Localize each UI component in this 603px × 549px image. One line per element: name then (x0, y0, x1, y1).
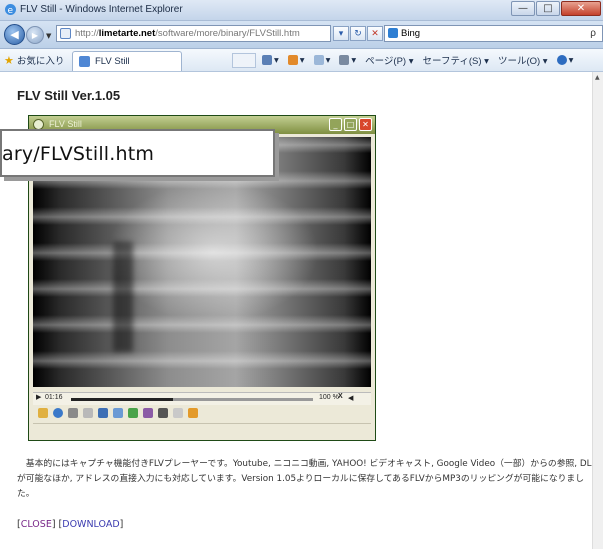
speaker-icon (188, 408, 198, 418)
app-title: FLV Still (49, 119, 82, 129)
vertical-scrollbar[interactable]: ▲ (592, 72, 603, 549)
favorites-bar: ★ お気に入り FLV Still ▾ ▾ ▾ ▾ ページ(P) ▾ セーフティ… (0, 49, 603, 72)
refresh-button[interactable]: ↻ (350, 26, 366, 41)
scroll-up-icon[interactable]: ▲ (595, 74, 600, 81)
image-icon (128, 408, 138, 418)
url-prefix: http:// (75, 28, 99, 39)
ie-logo-icon: e (5, 4, 16, 16)
home-icon (173, 408, 183, 418)
forward-button[interactable]: ▶ (26, 26, 44, 44)
seek-bar: ▶ 01:16 100 % X ◀ (33, 392, 371, 405)
save-icon (98, 408, 108, 418)
favorites-label: お気に入り (16, 56, 65, 67)
tag-icon (158, 408, 168, 418)
search-icon[interactable]: ρ (590, 26, 596, 41)
description-text: 基本的にはキャプチャ機能付きFLVプレーヤーです。Youtube, ニコニコ動画… (17, 459, 592, 499)
search-input[interactable]: Bing ρ (384, 25, 603, 42)
maximize-button[interactable]: □ (536, 1, 560, 16)
home-icon (262, 55, 272, 65)
app-minimize-icon: _ (329, 118, 342, 131)
favorites-button[interactable]: ★ お気に入り (4, 53, 65, 68)
arrow-left-icon: ◀ (10, 28, 19, 41)
history-dropdown-icon[interactable]: ▼ (46, 32, 51, 40)
seek-progress (71, 398, 173, 401)
new-tab-button[interactable] (232, 53, 256, 68)
help-button[interactable]: ▾ (556, 53, 573, 67)
svg-text:e: e (8, 6, 14, 16)
search-icon (53, 408, 63, 418)
zoom-level: 100 % (319, 394, 339, 401)
mail-button[interactable]: ▾ (313, 53, 330, 67)
mail-icon (313, 55, 324, 65)
bing-icon (388, 28, 398, 38)
window-controls: — □ ✕ (510, 1, 601, 16)
play-icon: ▶ (36, 394, 42, 401)
film-icon (113, 408, 123, 418)
feeds-button[interactable]: ▾ (287, 53, 305, 67)
app-maximize-icon: □ (344, 118, 357, 131)
rss-icon (287, 55, 298, 65)
close-window-button[interactable]: ✕ (561, 1, 601, 16)
download-link[interactable]: DOWNLOAD (62, 519, 119, 530)
tools-menu[interactable]: ツール(O) ▾ (498, 53, 548, 67)
page-icon (60, 28, 71, 39)
video-shadow (113, 242, 133, 352)
address-bar: ◀ ▶ ▼ http://limetarte.net/software/more… (0, 21, 603, 49)
back-button[interactable]: ◀ (4, 24, 25, 45)
command-bar: ▾ ▾ ▾ ▾ ページ(P) ▾ セーフティ(S) ▾ ツール(O) ▾ ▾ (262, 53, 582, 67)
app-status-bar (33, 423, 371, 438)
app-window-controls: _ □ ✕ (327, 118, 372, 131)
home-button[interactable]: ▾ (262, 53, 279, 67)
help-icon (556, 55, 567, 65)
window-titlebar: e FLV Still - Windows Internet Explorer … (0, 0, 603, 21)
app-x-icon: X (338, 393, 343, 400)
stop-button[interactable]: ✕ (367, 26, 383, 41)
window-title: FLV Still - Windows Internet Explorer (20, 4, 183, 15)
tooltip-text: ary/FLVStill.htm (2, 143, 155, 165)
search-provider-label: Bing (401, 28, 421, 39)
url-path: /software/more/binary/FLVStill.htm (155, 28, 300, 39)
playback-time: 01:16 (45, 394, 63, 401)
export-icon (143, 408, 153, 418)
open-folder-icon (38, 408, 48, 418)
print-button[interactable]: ▾ (339, 53, 356, 67)
page-menu[interactable]: ページ(P) ▾ (365, 53, 413, 67)
clip-icon (68, 408, 78, 418)
url-dropdown-button[interactable]: ▾ (333, 26, 349, 41)
url-tooltip: ary/FLVStill.htm (0, 129, 275, 177)
close-link[interactable]: CLOSE (21, 519, 52, 530)
page-title: FLV Still Ver.1.05 (17, 88, 121, 103)
page-links: [CLOSE] [DOWNLOAD] (17, 519, 124, 530)
url-domain: limetarte.net (98, 28, 156, 39)
printer-icon (339, 55, 350, 65)
safety-menu[interactable]: セーフティ(S) ▾ (423, 53, 489, 67)
url-input[interactable]: http://limetarte.net/software/more/binar… (56, 25, 331, 42)
star-icon: ★ (4, 54, 14, 67)
arrow-right-icon: ▶ (31, 30, 39, 40)
seek-track (71, 398, 313, 401)
app-close-icon: ✕ (359, 118, 372, 131)
capture-icon (83, 408, 93, 418)
minimize-button[interactable]: — (511, 1, 535, 16)
tab-label: FLV Still (95, 56, 130, 67)
volume-icon: ◀ (348, 395, 354, 402)
app-toolbar (33, 406, 371, 420)
tab-flv-still[interactable]: FLV Still (72, 51, 182, 71)
tab-page-icon (79, 56, 90, 67)
